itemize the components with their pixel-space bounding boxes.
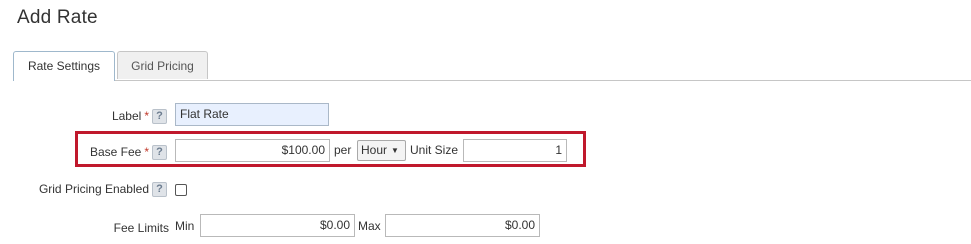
unit-size-input[interactable]: 1 bbox=[463, 139, 567, 162]
base-fee-label-text: Base Fee bbox=[89, 145, 142, 159]
required-marker: * bbox=[144, 109, 149, 123]
help-icon[interactable]: ? bbox=[152, 109, 167, 124]
help-icon[interactable]: ? bbox=[152, 182, 167, 197]
max-label: Max bbox=[358, 219, 381, 233]
per-text: per bbox=[334, 143, 352, 157]
grid-pricing-label: Grid Pricing Enabled bbox=[38, 182, 149, 196]
min-fee-input[interactable]: $0.00 bbox=[200, 214, 355, 237]
tab-grid-pricing[interactable]: Grid Pricing bbox=[117, 51, 208, 79]
base-fee-input[interactable]: $100.00 bbox=[175, 139, 330, 162]
label-field-label-text: Label bbox=[111, 109, 142, 123]
page-title: Add Rate bbox=[17, 7, 98, 28]
chevron-down-icon: ▼ bbox=[391, 146, 399, 155]
tab-bar: Rate Settings Grid Pricing bbox=[13, 51, 971, 81]
fee-limits-label: Fee Limits bbox=[113, 221, 169, 235]
base-fee-label: Base Fee * bbox=[90, 145, 149, 159]
unit-size-label: Unit Size bbox=[410, 143, 459, 157]
min-label: Min bbox=[175, 219, 195, 233]
max-fee-input[interactable]: $0.00 bbox=[385, 214, 540, 237]
label-input[interactable]: Flat Rate bbox=[175, 103, 329, 126]
help-icon[interactable]: ? bbox=[152, 145, 167, 160]
unit-select[interactable]: Hour ▼ bbox=[357, 140, 406, 161]
label-field-label: Label * bbox=[112, 109, 149, 123]
tab-rate-settings[interactable]: Rate Settings bbox=[13, 51, 115, 81]
required-marker: * bbox=[144, 145, 149, 159]
unit-select-value: Hour bbox=[361, 143, 388, 157]
grid-pricing-checkbox[interactable] bbox=[175, 184, 187, 196]
